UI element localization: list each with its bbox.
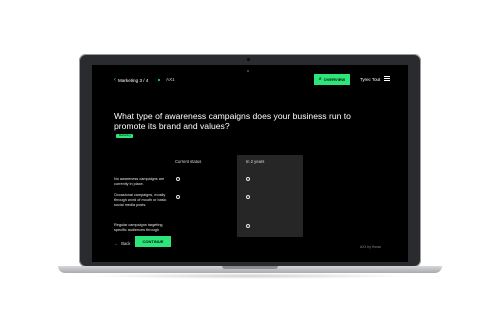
search-icon: ⌕ — [318, 76, 322, 82]
laptop-shadow — [90, 273, 410, 279]
radio-current-row-2[interactable] — [176, 195, 180, 199]
radio-current-row-1[interactable] — [176, 177, 180, 181]
user-name[interactable]: Tyrec Tout — [360, 77, 380, 82]
row-label: Regular campaigns targeting specific aud… — [114, 223, 163, 232]
back-label: Back — [121, 241, 131, 246]
row-label: No awareness campaigns are currently in … — [114, 177, 165, 186]
laptop-screen: ‹ Marketing 3 / 4 AX1 ⌕ OVERVIEW Tyrec T… — [92, 65, 408, 262]
breadcrumb-label: Marketing 3 / 4 — [118, 77, 149, 83]
back-link[interactable]: ← Back — [114, 241, 131, 246]
footer-note: AX1 by Hoxar — [360, 245, 381, 249]
breadcrumb[interactable]: ‹ Marketing 3 / 4 — [114, 77, 148, 83]
section-code: AX1 — [166, 77, 175, 82]
row-label: Occasional campaigns, mostly through wor… — [114, 193, 167, 207]
camera-dot — [247, 58, 250, 61]
column-header-current: Current status — [175, 159, 202, 164]
radio-future-row-2[interactable] — [246, 195, 250, 199]
continue-button[interactable]: CONTINUE — [135, 236, 171, 247]
column-header-2-years: In 2 years — [246, 159, 265, 164]
status-dot — [158, 79, 160, 81]
category-tag: Marketing — [116, 134, 134, 138]
hamburger-menu-icon[interactable] — [384, 76, 390, 81]
chevron-left-icon: ‹ — [114, 77, 116, 83]
screen-indicator-dot — [247, 70, 249, 72]
arrow-left-icon: ← — [114, 241, 119, 246]
top-bar: ‹ Marketing 3 / 4 AX1 ⌕ OVERVIEW Tyrec T… — [92, 65, 408, 99]
overview-button[interactable]: ⌕ OVERVIEW — [314, 74, 350, 85]
question-title: What type of awareness campaigns does yo… — [114, 111, 351, 132]
radio-future-row-3[interactable] — [246, 224, 250, 228]
overview-label: OVERVIEW — [323, 77, 346, 82]
radio-future-row-1[interactable] — [246, 177, 250, 181]
laptop-base-notch — [222, 266, 278, 269]
